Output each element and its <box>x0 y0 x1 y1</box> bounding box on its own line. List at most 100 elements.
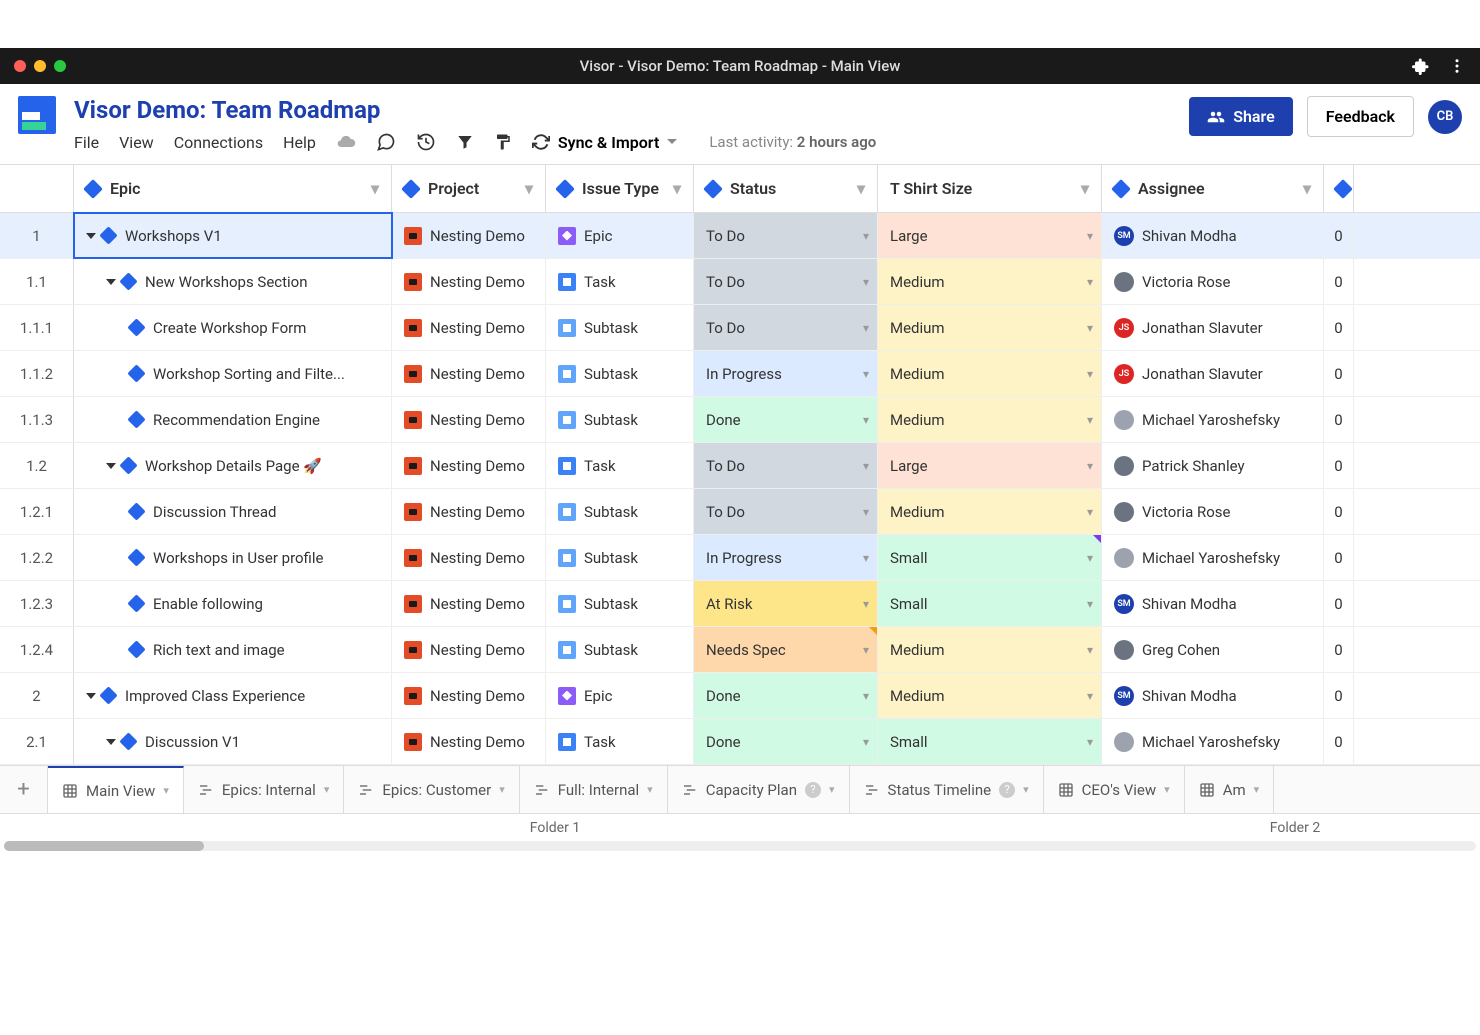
cell-status[interactable]: To Do ▾ <box>694 443 878 488</box>
cell-tshirt-size[interactable]: Small ▾ <box>878 719 1102 764</box>
cell-issue-type[interactable]: Epic <box>546 673 694 718</box>
share-button[interactable]: Share <box>1189 97 1293 136</box>
table-row[interactable]: 1.2.4 Rich text and image Nesting Demo S… <box>0 627 1480 673</box>
cell-issue-type[interactable]: Subtask <box>546 305 694 350</box>
view-tab[interactable]: Status Timeline?▾ <box>850 766 1044 813</box>
chevron-down-icon[interactable]: ▾ <box>499 783 505 796</box>
cell-assignee[interactable]: Michael Yaroshefsky <box>1102 719 1324 764</box>
chevron-down-icon[interactable]: ▾ <box>1254 783 1260 796</box>
cell-assignee[interactable]: SM Shivan Modha <box>1102 673 1324 718</box>
chevron-down-icon[interactable]: ▾ <box>1087 643 1093 657</box>
cell-partial[interactable]: 0 <box>1324 581 1354 626</box>
cell-tshirt-size[interactable]: Medium ▾ <box>878 489 1102 534</box>
cell-epic[interactable]: Discussion V1 <box>74 719 392 764</box>
cell-issue-type[interactable]: Subtask <box>546 397 694 442</box>
cell-epic[interactable]: Improved Class Experience <box>74 673 392 718</box>
cell-status[interactable]: To Do ▾ <box>694 259 878 304</box>
cell-epic[interactable]: Enable following <box>74 581 392 626</box>
chevron-down-icon[interactable]: ▾ <box>863 321 869 335</box>
cell-project[interactable]: Nesting Demo <box>392 673 546 718</box>
table-row[interactable]: 1.1.3 Recommendation Engine Nesting Demo… <box>0 397 1480 443</box>
cell-status[interactable]: In Progress ▾ <box>694 351 878 396</box>
row-number[interactable]: 2.1 <box>0 719 74 764</box>
chevron-down-icon[interactable]: ▾ <box>1087 505 1093 519</box>
chevron-down-icon[interactable]: ▾ <box>863 551 869 565</box>
cell-epic[interactable]: Create Workshop Form <box>74 305 392 350</box>
app-logo-icon[interactable] <box>18 96 56 134</box>
table-row[interactable]: 2.1 Discussion V1 Nesting Demo Task Done… <box>0 719 1480 765</box>
cell-tshirt-size[interactable]: Medium ▾ <box>878 305 1102 350</box>
view-tab[interactable]: Am▾ <box>1185 766 1274 813</box>
table-row[interactable]: 1.2.3 Enable following Nesting Demo Subt… <box>0 581 1480 627</box>
cell-issue-type[interactable]: Subtask <box>546 627 694 672</box>
menu-help[interactable]: Help <box>283 133 316 152</box>
cell-status[interactable]: At Risk ▾ <box>694 581 878 626</box>
feedback-button[interactable]: Feedback <box>1307 96 1414 137</box>
column-header-issue-type[interactable]: Issue Type▾ <box>546 165 694 212</box>
chevron-down-icon[interactable]: ▾ <box>1087 551 1093 565</box>
cell-tshirt-size[interactable]: Small ▾ <box>878 535 1102 580</box>
cell-tshirt-size[interactable]: Medium ▾ <box>878 397 1102 442</box>
expand-caret-icon[interactable] <box>106 739 116 745</box>
cell-project[interactable]: Nesting Demo <box>392 719 546 764</box>
table-row[interactable]: 2 Improved Class Experience Nesting Demo… <box>0 673 1480 719</box>
cell-partial[interactable]: 0 <box>1324 627 1354 672</box>
cell-epic[interactable]: Discussion Thread <box>74 489 392 534</box>
cell-project[interactable]: Nesting Demo <box>392 627 546 672</box>
cell-assignee[interactable]: Victoria Rose <box>1102 489 1324 534</box>
cell-assignee[interactable]: Michael Yaroshefsky <box>1102 535 1324 580</box>
cell-assignee[interactable]: JS Jonathan Slavuter <box>1102 305 1324 350</box>
cell-assignee[interactable]: Patrick Shanley <box>1102 443 1324 488</box>
cell-epic[interactable]: Workshop Sorting and Filte... <box>74 351 392 396</box>
cell-issue-type[interactable]: Subtask <box>546 489 694 534</box>
chevron-down-icon[interactable]: ▾ <box>863 597 869 611</box>
table-row[interactable]: 1.2.1 Discussion Thread Nesting Demo Sub… <box>0 489 1480 535</box>
cell-partial[interactable]: 0 <box>1324 673 1354 718</box>
chevron-down-icon[interactable]: ▾ <box>863 229 869 243</box>
cell-epic[interactable]: Workshop Details Page 🚀 <box>74 443 392 488</box>
folder-2-label[interactable]: Folder 2 <box>1110 820 1480 836</box>
chevron-down-icon[interactable]: ▾ <box>863 505 869 519</box>
row-number[interactable]: 1 <box>0 213 74 258</box>
chevron-down-icon[interactable]: ▾ <box>324 783 330 796</box>
view-tab[interactable]: Epics: Customer▾ <box>344 766 519 813</box>
cell-assignee[interactable]: Greg Cohen <box>1102 627 1324 672</box>
chevron-down-icon[interactable]: ▾ <box>525 179 533 198</box>
table-row[interactable]: 1.2.2 Workshops in User profile Nesting … <box>0 535 1480 581</box>
chevron-down-icon[interactable]: ▾ <box>829 783 835 796</box>
expand-caret-icon[interactable] <box>106 463 116 469</box>
menu-view[interactable]: View <box>119 133 154 152</box>
cell-tshirt-size[interactable]: Medium ▾ <box>878 351 1102 396</box>
chevron-down-icon[interactable]: ▾ <box>863 413 869 427</box>
chevron-down-icon[interactable]: ▾ <box>1164 783 1170 796</box>
chevron-down-icon[interactable]: ▾ <box>1087 735 1093 749</box>
cell-status[interactable]: Done ▾ <box>694 397 878 442</box>
cell-issue-type[interactable]: Task <box>546 443 694 488</box>
cell-partial[interactable]: 0 <box>1324 535 1354 580</box>
maximize-window-icon[interactable] <box>54 60 66 72</box>
row-number[interactable]: 1.2.2 <box>0 535 74 580</box>
help-badge-icon[interactable]: ? <box>999 782 1015 798</box>
row-number[interactable]: 1.2.3 <box>0 581 74 626</box>
chevron-down-icon[interactable]: ▾ <box>863 275 869 289</box>
cell-assignee[interactable]: SM Shivan Modha <box>1102 213 1324 258</box>
row-number[interactable]: 1.1.3 <box>0 397 74 442</box>
cloud-status-icon[interactable] <box>336 132 356 152</box>
cell-partial[interactable]: 0 <box>1324 489 1354 534</box>
cell-partial[interactable]: 0 <box>1324 259 1354 304</box>
cell-assignee[interactable]: JS Jonathan Slavuter <box>1102 351 1324 396</box>
help-badge-icon[interactable]: ? <box>805 782 821 798</box>
cell-tshirt-size[interactable]: Medium ▾ <box>878 259 1102 304</box>
chevron-down-icon[interactable]: ▾ <box>863 643 869 657</box>
column-header-project[interactable]: Project▾ <box>392 165 546 212</box>
cell-issue-type[interactable]: Task <box>546 259 694 304</box>
cell-partial[interactable]: 0 <box>1324 351 1354 396</box>
chevron-down-icon[interactable]: ▾ <box>1303 179 1311 198</box>
row-number[interactable]: 2 <box>0 673 74 718</box>
cell-issue-type[interactable]: Subtask <box>546 535 694 580</box>
filter-icon[interactable] <box>456 133 474 151</box>
chevron-down-icon[interactable]: ▾ <box>1087 367 1093 381</box>
cell-issue-type[interactable]: Epic <box>546 213 694 258</box>
cell-tshirt-size[interactable]: Medium ▾ <box>878 673 1102 718</box>
expand-caret-icon[interactable] <box>106 279 116 285</box>
